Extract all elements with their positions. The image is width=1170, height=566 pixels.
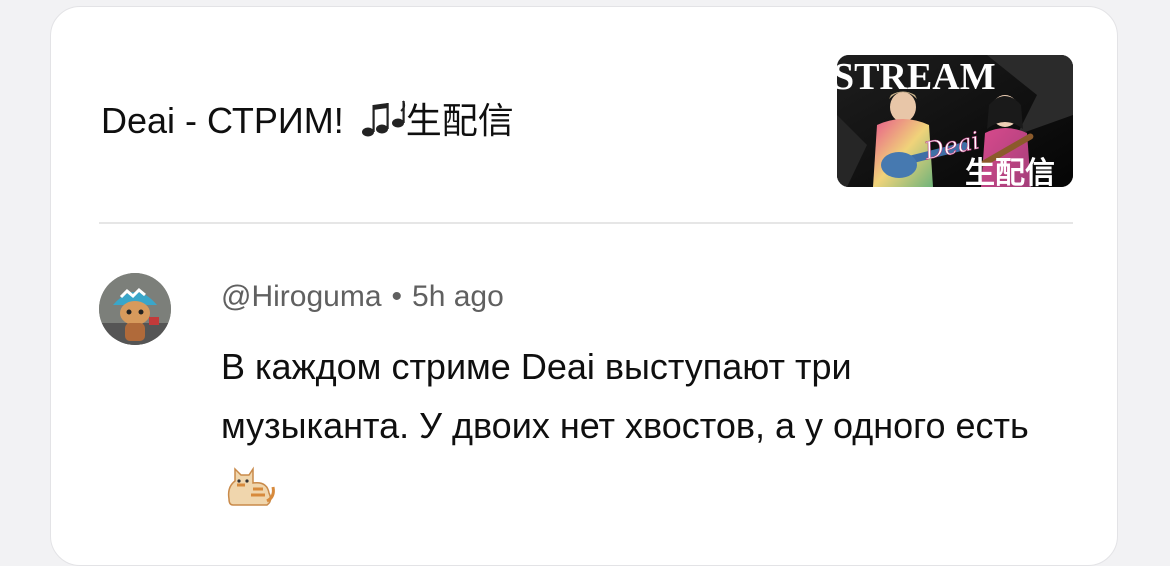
comment-meta: @Hiroguma • 5h ago [221, 279, 504, 315]
video-title-row[interactable]: Deai - СТРИМ! 生配信 [101, 99, 514, 149]
video-title[interactable]: Deai - СТРИМ! [101, 100, 344, 141]
music-notes-icon [360, 99, 406, 149]
comment-body: В каждом стриме Deai выступают три музык… [221, 337, 1031, 524]
cat-icon [223, 461, 277, 524]
comment-time: 5h ago [412, 280, 504, 313]
avatar[interactable] [99, 273, 171, 345]
comment-text: В каждом стриме Deai выступают три музык… [221, 346, 1029, 446]
thumbnail-overlay-text: 生配信 [965, 156, 1055, 187]
thumbnail-banner-text: STREAM [837, 56, 996, 98]
comment-author[interactable]: @Hiroguma [221, 280, 382, 313]
meta-separator: • [391, 280, 403, 313]
section-divider [99, 222, 1073, 224]
video-title-suffix[interactable]: 生配信 [406, 100, 514, 141]
comment-card: Deai - СТРИМ! 生配信 STREAM Deai 生配信 @Hirog… [50, 6, 1118, 566]
video-thumbnail[interactable]: STREAM Deai 生配信 [837, 55, 1073, 187]
